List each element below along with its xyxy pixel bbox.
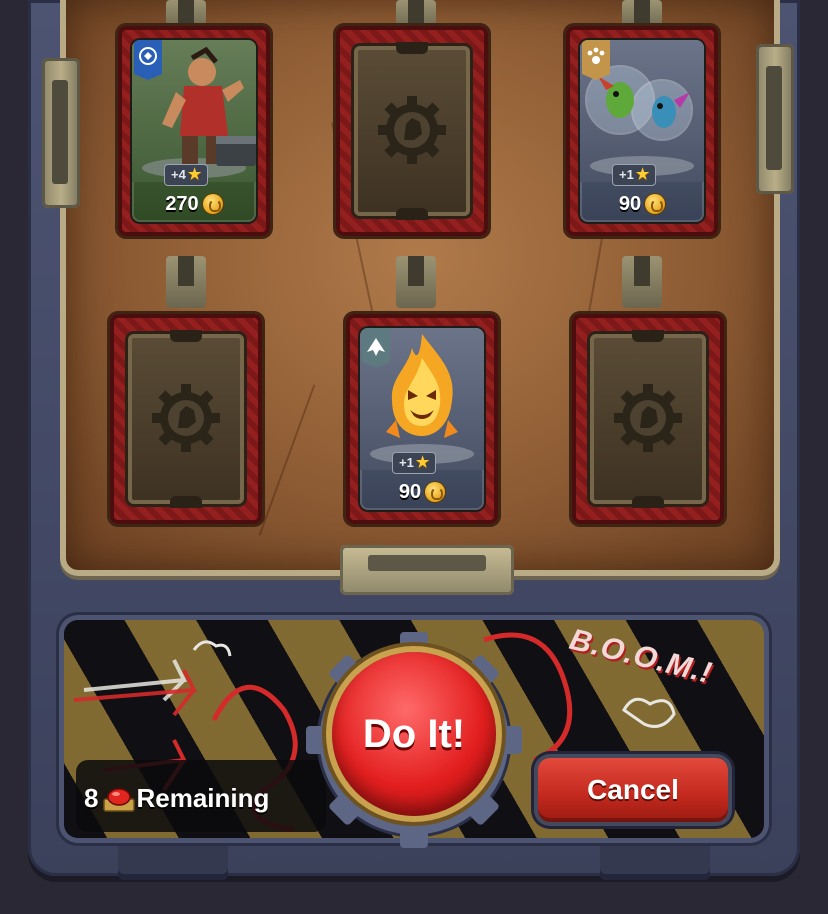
level-badge: +1 ★ bbox=[392, 452, 437, 474]
empty-card-back bbox=[128, 330, 244, 508]
card-slot-4 bbox=[110, 314, 262, 524]
empty-card-back bbox=[354, 42, 470, 220]
gold-coin-icon bbox=[425, 482, 446, 502]
gear-wolf-emblem-icon bbox=[152, 384, 220, 452]
level-text: +1 bbox=[399, 455, 414, 470]
troop-card[interactable]: +4 ★ 270 bbox=[132, 40, 256, 222]
star-icon: ★ bbox=[415, 454, 430, 471]
card-slot-2 bbox=[336, 26, 488, 236]
case-foot-right bbox=[600, 840, 710, 880]
side-latch-left bbox=[42, 58, 80, 208]
side-latch-right bbox=[756, 44, 794, 194]
card-slot-1[interactable]: +4 ★ 270 bbox=[118, 26, 270, 236]
star-icon: ★ bbox=[187, 166, 202, 183]
gear-wolf-emblem-icon bbox=[614, 384, 682, 452]
faction-banner bbox=[362, 328, 390, 368]
remaining-label: Remaining bbox=[136, 782, 270, 813]
cancel-button[interactable]: Cancel bbox=[538, 758, 728, 822]
hinge bbox=[166, 256, 206, 308]
card-slot-5[interactable]: +1 ★ 90 bbox=[346, 314, 498, 524]
hinge bbox=[622, 256, 662, 308]
price-value: 90 bbox=[398, 480, 422, 503]
star-icon: ★ bbox=[635, 166, 650, 183]
troop-card[interactable]: +1 ★ 90 bbox=[360, 328, 484, 510]
gear-wolf-emblem-icon bbox=[378, 96, 446, 164]
empty-card-back bbox=[590, 330, 706, 508]
card-price: 90 bbox=[580, 186, 704, 222]
case-foot-left bbox=[118, 840, 228, 880]
card-price: 90 bbox=[360, 474, 484, 510]
hinge bbox=[396, 256, 436, 308]
card-price: 270 bbox=[132, 186, 256, 222]
gold-coin-icon bbox=[202, 194, 223, 214]
gold-coin-icon bbox=[645, 194, 666, 214]
level-text: +1 bbox=[619, 167, 634, 182]
faction-banner bbox=[134, 40, 162, 80]
faction-banner bbox=[582, 40, 610, 80]
remaining-count: 8 bbox=[84, 782, 99, 813]
do-it-button[interactable]: Do It! bbox=[332, 652, 496, 816]
red-button-icon bbox=[102, 785, 136, 812]
price-value: 270 bbox=[165, 192, 199, 215]
level-text: +4 bbox=[171, 167, 186, 182]
remaining-counter: 8 Remaining bbox=[84, 778, 269, 818]
front-latch bbox=[340, 545, 514, 595]
card-slot-6 bbox=[572, 314, 724, 524]
troop-card[interactable]: +1 ★ 90 bbox=[580, 40, 704, 222]
price-value: 90 bbox=[618, 192, 642, 215]
level-badge: +1 ★ bbox=[612, 164, 657, 186]
card-slot-3[interactable]: +1 ★ 90 bbox=[566, 26, 718, 236]
level-badge: +4 ★ bbox=[164, 164, 209, 186]
